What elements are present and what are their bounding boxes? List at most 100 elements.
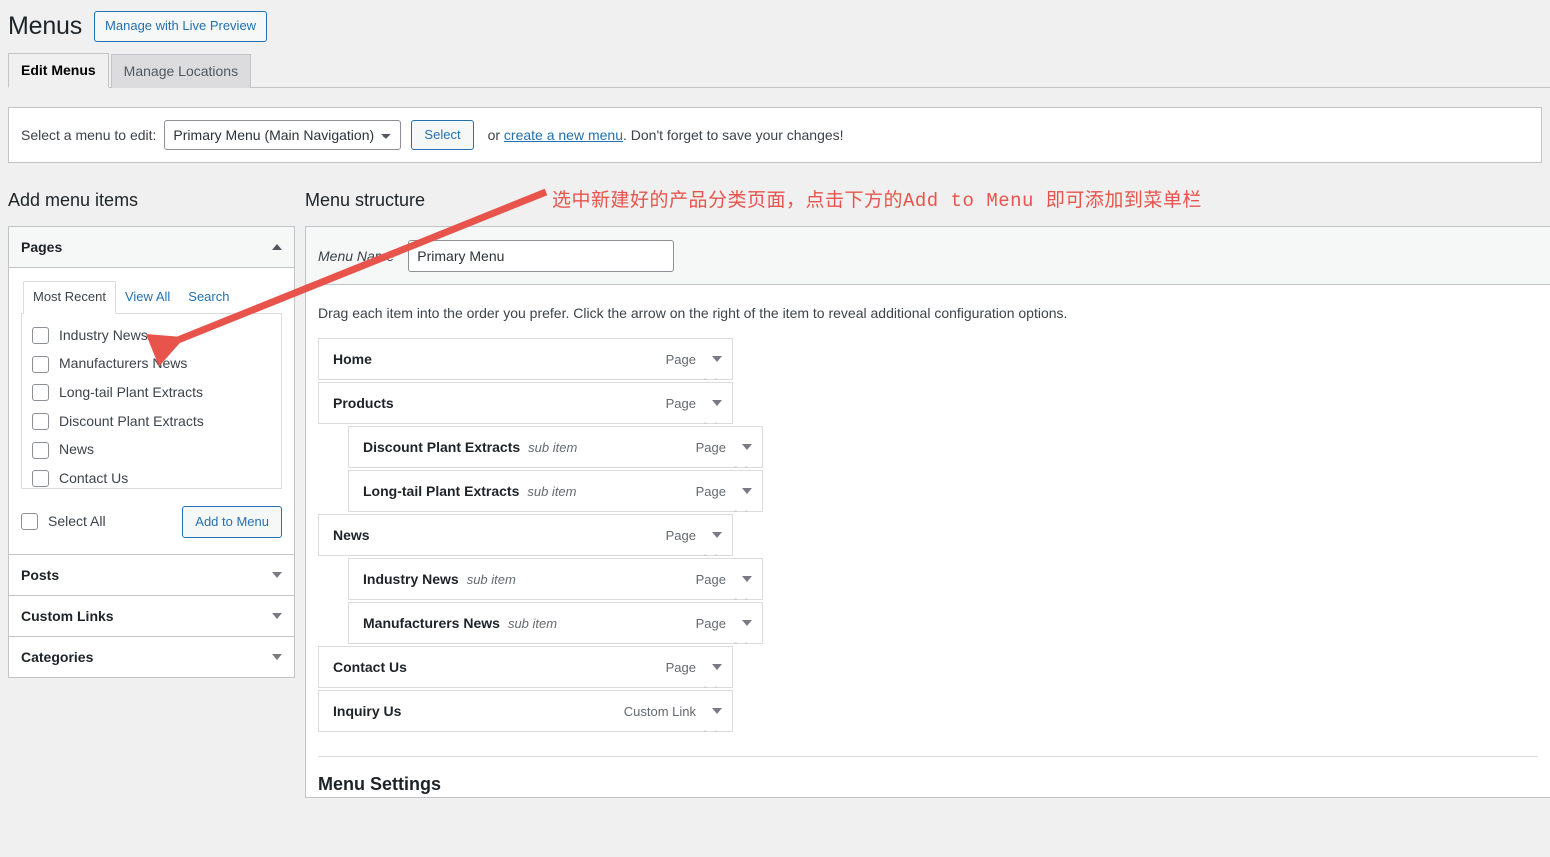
menu-item-title: Products	[333, 395, 394, 412]
menu-item-title: Industry News	[363, 571, 459, 588]
menu-item-type: Custom Link	[623, 703, 696, 719]
accordion-header-pages[interactable]: Pages	[9, 227, 294, 269]
list-item-label: Manufacturers News	[59, 355, 188, 372]
menu-structure-column: Menu structure Menu Name Drag each item …	[295, 189, 1550, 798]
chevron-down-icon[interactable]	[712, 664, 722, 671]
menu-item-products[interactable]: Products Page - -	[318, 382, 733, 429]
menu-name-row: Menu Name	[306, 227, 1550, 286]
checkbox-manufacturers-news[interactable]	[32, 355, 49, 373]
list-item[interactable]: Discount Plant Extracts	[32, 412, 271, 432]
menu-item-home[interactable]: Home Page - -	[318, 338, 733, 385]
menu-name-input[interactable]	[408, 239, 675, 272]
chevron-down-icon[interactable]	[712, 532, 722, 539]
accordion-header-custom-links[interactable]: Custom Links	[9, 595, 294, 637]
create-a-new-menu-link[interactable]: create a new menu	[504, 127, 623, 143]
pages-tab-search[interactable]: Search	[179, 282, 238, 313]
checkbox-contact-us[interactable]	[32, 470, 49, 488]
manage-with-live-preview-button[interactable]: Manage with Live Preview	[94, 10, 268, 43]
accordion-header-posts[interactable]: Posts	[9, 554, 294, 596]
menu-item-contact-us[interactable]: Contact Us Page - -	[318, 646, 733, 693]
chevron-down-icon[interactable]	[712, 356, 722, 363]
checkbox-select-all[interactable]	[21, 513, 38, 531]
menu-item-title: Contact Us	[333, 659, 407, 676]
menu-item-meta: Page	[696, 484, 752, 499]
checkbox-news[interactable]	[32, 441, 49, 459]
chevron-down-icon[interactable]	[272, 612, 282, 619]
menu-item-meta: Page	[666, 660, 722, 675]
pages-tab-most-recent[interactable]: Most Recent	[23, 281, 116, 314]
menu-item-title: Home	[333, 351, 372, 368]
menu-item-shadow: - -	[733, 637, 750, 650]
menu-item-manufacturers-news[interactable]: Manufacturers News sub item Page - -	[348, 602, 763, 649]
add-menu-items-column: Add menu items Pages Most Recent View Al…	[0, 189, 295, 678]
list-item[interactable]: Industry News	[32, 326, 271, 346]
tab-edit-menus[interactable]: Edit Menus	[8, 53, 109, 88]
add-menu-items-heading: Add menu items	[8, 190, 139, 210]
menu-item-shadow: - -	[733, 505, 750, 518]
chevron-down-icon[interactable]	[742, 620, 752, 627]
chevron-down-icon[interactable]	[712, 708, 722, 715]
menu-item-title: Long-tail Plant Extracts	[363, 483, 520, 500]
menu-item-inquiry-us[interactable]: Inquiry Us Custom Link - -	[318, 690, 733, 737]
menu-item-meta: Page	[666, 528, 722, 543]
chevron-down-icon[interactable]	[742, 488, 752, 495]
list-item-label: Discount Plant Extracts	[59, 412, 204, 429]
menu-item-title: News	[333, 527, 370, 544]
chevron-down-icon[interactable]	[742, 576, 752, 583]
checkbox-discount-plant-extracts[interactable]	[32, 412, 49, 430]
accordion-header-categories[interactable]: Categories	[9, 636, 294, 677]
menu-item-sub-label: sub item	[528, 439, 578, 455]
menu-item-sub-label: sub item	[466, 571, 516, 587]
chevron-down-icon[interactable]	[272, 571, 282, 578]
or-text: or	[487, 127, 504, 143]
checkbox-long-tail-plant-extracts[interactable]	[32, 384, 49, 402]
menu-item-meta: Page	[696, 616, 752, 631]
accordion-body-pages: Most Recent View All Search Industry New…	[9, 268, 294, 555]
menu-item-meta: Custom Link	[624, 704, 722, 719]
menu-item-discount-plant-extracts[interactable]: Discount Plant Extracts sub item Page - …	[348, 426, 763, 473]
chevron-down-icon[interactable]	[272, 653, 282, 660]
menu-item-meta: Page	[666, 396, 722, 411]
tab-manage-locations[interactable]: Manage Locations	[110, 54, 252, 88]
menu-items-list: Home Page - - Products Page - - Discount…	[306, 338, 1550, 756]
list-item[interactable]: Long-tail Plant Extracts	[32, 383, 271, 403]
list-item-label: News	[59, 441, 95, 458]
chevron-down-icon[interactable]	[712, 400, 722, 407]
menu-item-sub-label: sub item	[527, 483, 577, 499]
menu-item-news[interactable]: News Page - -	[318, 514, 733, 561]
select-all-wrapper[interactable]: Select All	[21, 512, 106, 532]
menu-item-meta: Page	[696, 440, 752, 455]
menu-item-industry-news[interactable]: Industry News sub item Page - -	[348, 558, 763, 605]
menu-item-type: Page	[665, 527, 696, 543]
list-item[interactable]: Manufacturers News	[32, 354, 271, 374]
checkbox-industry-news[interactable]	[32, 327, 49, 345]
list-item[interactable]: Contact Us	[32, 469, 271, 488]
select-menu-label: Select a menu to edit:	[21, 127, 157, 143]
chevron-down-icon[interactable]	[742, 444, 752, 451]
menu-item-type: Page	[665, 395, 696, 411]
page-header: Menus Manage with Live Preview	[0, 0, 1550, 44]
chevron-up-icon[interactable]	[272, 244, 282, 251]
menu-item-long-tail-plant-extracts[interactable]: Long-tail Plant Extracts sub item Page -…	[348, 470, 763, 517]
drag-hint-text: Drag each item into the order you prefer…	[318, 305, 1068, 322]
list-item[interactable]: News	[32, 440, 271, 460]
menu-item-type: Page	[695, 439, 726, 455]
menu-structure-panel: Menu Name Drag each item into the order …	[305, 226, 1550, 798]
menu-settings-heading: Menu Settings	[318, 774, 442, 795]
add-items-accordion: Pages Most Recent View All Search Indust…	[8, 226, 295, 678]
pages-tab-view-all[interactable]: View All	[116, 282, 179, 313]
select-all-label: Select All	[48, 513, 106, 530]
menu-item-title: Inquiry Us	[333, 703, 402, 720]
pages-checkbox-list[interactable]: Industry News Manufacturers News Long-ta…	[21, 313, 282, 489]
menu-item-type: Page	[665, 351, 696, 367]
accordion-title-posts: Posts	[21, 566, 60, 583]
menu-item-type: Page	[695, 483, 726, 499]
menu-item-title: Discount Plant Extracts	[363, 439, 521, 456]
menu-select-dropdown[interactable]: Primary Menu (Main Navigation)	[164, 120, 402, 150]
select-button[interactable]: Select	[411, 119, 474, 151]
accordion-title-pages: Pages	[21, 239, 63, 256]
main-content: Add menu items Pages Most Recent View Al…	[0, 189, 1550, 798]
menu-item-meta: Page	[696, 572, 752, 587]
add-to-menu-button[interactable]: Add to Menu	[182, 505, 282, 538]
list-item-label: Long-tail Plant Extracts	[59, 384, 203, 401]
